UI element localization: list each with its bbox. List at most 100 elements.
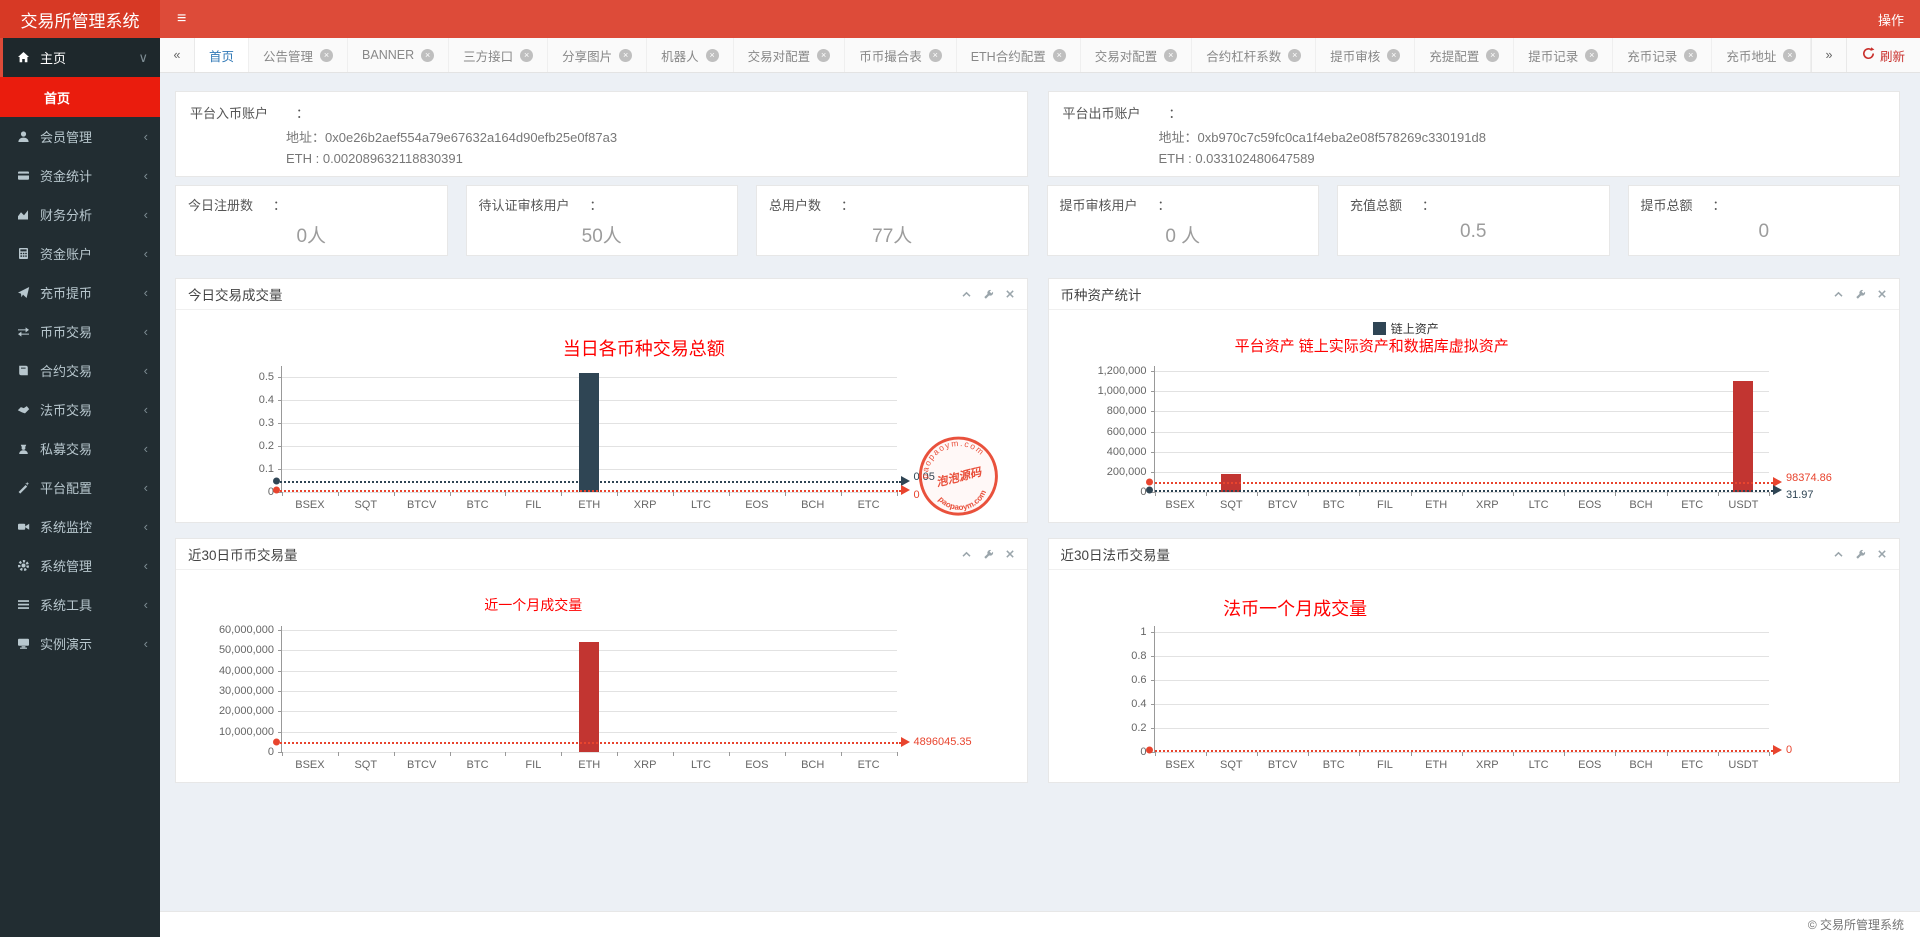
x-axis-tick-label: FIL bbox=[525, 759, 541, 771]
tab-close-icon[interactable]: × bbox=[929, 49, 942, 62]
tab-item-9[interactable]: 交易对配置× bbox=[1081, 38, 1193, 72]
sidebar-toggle-icon[interactable]: ≡ bbox=[160, 10, 203, 28]
chevron-left-icon: ‹ bbox=[144, 363, 148, 378]
close-icon[interactable] bbox=[1877, 289, 1887, 300]
y-axis-tick-label: 0.8 bbox=[1131, 650, 1146, 662]
x-axis-tick-label: LTC bbox=[691, 759, 711, 771]
tab-item-11[interactable]: 提币审核× bbox=[1316, 38, 1415, 72]
exchange-icon bbox=[16, 325, 31, 338]
close-icon[interactable] bbox=[1005, 289, 1015, 300]
tab-close-icon[interactable]: × bbox=[1288, 49, 1301, 62]
tab-close-icon[interactable]: × bbox=[817, 49, 830, 62]
sidebar-item-system-manage[interactable]: 系统管理‹ bbox=[0, 546, 160, 585]
tab-item-1[interactable]: 公告管理× bbox=[249, 38, 348, 72]
tabs-scroll-left-icon[interactable]: « bbox=[160, 38, 195, 72]
collapse-icon[interactable] bbox=[961, 289, 972, 300]
chart-panel-title: 币种资产统计 bbox=[1061, 284, 1142, 304]
tab-item-7[interactable]: 币币撮合表 × bbox=[845, 38, 957, 72]
close-icon[interactable] bbox=[1877, 549, 1887, 560]
sidebar-subitem-dashboard[interactable]: 首页 bbox=[0, 77, 160, 117]
account-eth-balance: ETH : 0.002089632118830391 bbox=[190, 151, 1013, 166]
x-axis-tick-label: FIL bbox=[1377, 499, 1393, 511]
tab-close-icon[interactable]: × bbox=[1164, 49, 1177, 62]
tab-item-8[interactable]: ETH合约配置× bbox=[957, 38, 1081, 72]
tab-label: 币币撮合表 bbox=[859, 46, 922, 65]
tab-close-icon[interactable]: × bbox=[1783, 49, 1796, 62]
tab-item-3[interactable]: 三方接口× bbox=[449, 38, 548, 72]
collapse-icon[interactable] bbox=[961, 549, 972, 560]
tab-item-15[interactable]: 充币地址 × bbox=[1712, 38, 1811, 72]
tab-close-icon[interactable]: × bbox=[320, 49, 333, 62]
wrench-icon[interactable] bbox=[983, 289, 994, 300]
wrench-icon[interactable] bbox=[983, 549, 994, 560]
collapse-icon[interactable] bbox=[1833, 289, 1844, 300]
sidebar-item-fund-stats[interactable]: 资金统计‹ bbox=[0, 156, 160, 195]
tab-close-icon[interactable]: × bbox=[619, 49, 632, 62]
wrench-icon[interactable] bbox=[1855, 549, 1866, 560]
refresh-button[interactable]: 刷新 bbox=[1846, 38, 1920, 72]
sidebar-item-fund-accounts[interactable]: 资金账户‹ bbox=[0, 234, 160, 273]
y-axis-tick-label: 1,200,000 bbox=[1098, 365, 1147, 377]
tab-item-5[interactable]: 机器人× bbox=[647, 38, 734, 72]
tab-item-14[interactable]: 充币记录× bbox=[1613, 38, 1712, 72]
x-axis-tick-label: EOS bbox=[745, 759, 768, 771]
sidebar-item-coin-trade[interactable]: 币币交易‹ bbox=[0, 312, 160, 351]
marker-label: 98374.86 bbox=[1786, 472, 1832, 484]
tabs-scroll-right-icon[interactable]: » bbox=[1811, 38, 1846, 72]
sidebar-item-contract-trade[interactable]: 合约交易‹ bbox=[0, 351, 160, 390]
header-action-menu[interactable]: 操作 bbox=[1862, 10, 1920, 29]
tab-item-6[interactable]: 交易对配置× bbox=[734, 38, 846, 72]
close-icon[interactable] bbox=[1005, 549, 1015, 560]
bar-ETH[interactable] bbox=[579, 642, 599, 752]
wrench-icon[interactable] bbox=[1855, 289, 1866, 300]
chart-panel-title: 近30日币币交易量 bbox=[188, 544, 298, 564]
collapse-icon[interactable] bbox=[1833, 549, 1844, 560]
sidebar-item-system-monitor[interactable]: 系统监控‹ bbox=[0, 507, 160, 546]
sidebar-item-demo[interactable]: 实例演示‹ bbox=[0, 624, 160, 663]
tab-item-0[interactable]: 首页 bbox=[195, 38, 249, 72]
chevron-left-icon: ‹ bbox=[144, 168, 148, 183]
tab-close-icon[interactable]: × bbox=[1486, 49, 1499, 62]
account-title: 平台出币账户： bbox=[1063, 103, 1886, 122]
x-axis-tick-label: BCH bbox=[801, 759, 824, 771]
user-icon bbox=[16, 130, 31, 143]
watermark-stamp: paopaoym.com泡泡源码paopaoym.com bbox=[907, 425, 1010, 532]
sidebar-item-fiat-trade[interactable]: 法币交易‹ bbox=[0, 390, 160, 429]
chart-panel-header: 币种资产统计 bbox=[1049, 279, 1900, 310]
tab-close-icon[interactable]: × bbox=[421, 49, 434, 62]
tab-item-12[interactable]: 充提配置× bbox=[1415, 38, 1514, 72]
y-axis-tick-label: 1,000,000 bbox=[1098, 385, 1147, 397]
sidebar-item-deposit-withdraw[interactable]: 充币提币‹ bbox=[0, 273, 160, 312]
sidebar-item-label: 实例演示 bbox=[40, 634, 92, 653]
tab-item-4[interactable]: 分享图片× bbox=[548, 38, 647, 72]
sidebar-item-finance-analysis[interactable]: 财务分析‹ bbox=[0, 195, 160, 234]
sidebar-item-members[interactable]: 会员管理‹ bbox=[0, 117, 160, 156]
tab-label: 充币地址 bbox=[1726, 46, 1776, 65]
x-axis-tick-label: BTCV bbox=[407, 759, 436, 771]
sidebar-item-label: 会员管理 bbox=[40, 127, 92, 146]
refresh-icon bbox=[1862, 47, 1875, 63]
tab-item-13[interactable]: 提币记录× bbox=[1514, 38, 1613, 72]
app-logo[interactable]: 交易所管理系统 bbox=[0, 0, 160, 38]
chart-annotation: 法币一个月成交量 bbox=[1223, 595, 1367, 621]
tab-close-icon[interactable]: × bbox=[1387, 49, 1400, 62]
chart-annotation: 平台资产 链上实际资产和数据库虚拟资产 bbox=[1235, 335, 1509, 356]
sidebar-item-system-tools[interactable]: 系统工具‹ bbox=[0, 585, 160, 624]
sidebar-item-home[interactable]: 主页∨ bbox=[0, 38, 160, 77]
bar-ETH[interactable] bbox=[579, 373, 599, 492]
tab-close-icon[interactable]: × bbox=[1053, 49, 1066, 62]
bar-USDT[interactable] bbox=[1733, 381, 1753, 492]
chevron-down-icon: ∨ bbox=[138, 50, 148, 66]
tab-item-2[interactable]: BANNER× bbox=[348, 38, 449, 72]
tab-close-icon[interactable]: × bbox=[1684, 49, 1697, 62]
sidebar-item-private-trade[interactable]: 私募交易‹ bbox=[0, 429, 160, 468]
video-camera-icon bbox=[16, 520, 31, 533]
tab-close-icon[interactable]: × bbox=[520, 49, 533, 62]
tab-close-icon[interactable]: × bbox=[706, 49, 719, 62]
tab-item-10[interactable]: 合约杠杆系数× bbox=[1192, 38, 1316, 72]
sidebar-item-label: 系统工具 bbox=[40, 595, 92, 614]
main-content: 平台入币账户：地址：0x0e26b2aef554a79e67632a164d90… bbox=[160, 73, 1920, 911]
sidebar-item-platform-config[interactable]: 平台配置‹ bbox=[0, 468, 160, 507]
x-axis-tick-label: ETH bbox=[1425, 759, 1447, 771]
tab-close-icon[interactable]: × bbox=[1585, 49, 1598, 62]
